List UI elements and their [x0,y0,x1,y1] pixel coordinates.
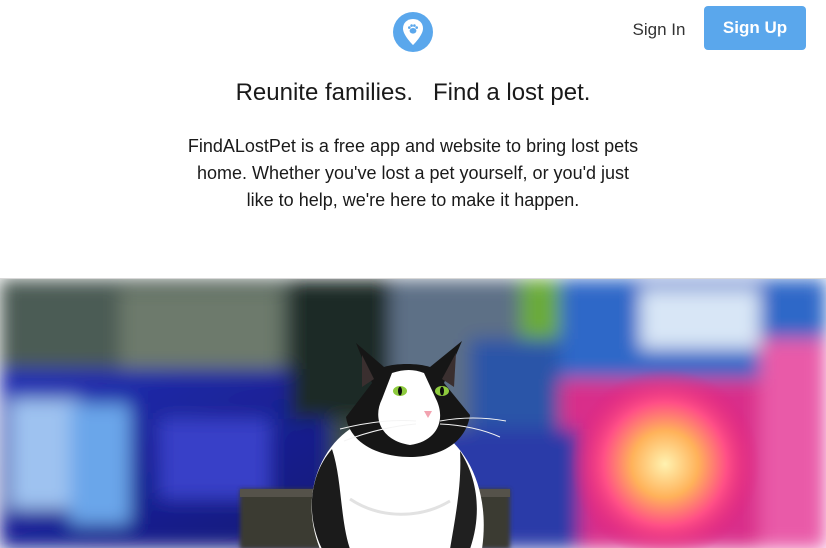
sign-up-button[interactable]: Sign Up [704,6,806,50]
hero-description: FindALostPet is a free app and website t… [187,136,639,210]
landing-page: Sign In Sign Up Reunite families. Find a… [0,0,826,548]
hero-headline: Reunite families. Find a lost pet. [235,79,591,106]
hero-image [0,278,826,548]
sign-in-link[interactable]: Sign In [624,17,694,43]
site-header: Sign In Sign Up [0,0,826,62]
paw-location-pin-icon[interactable] [392,11,434,53]
